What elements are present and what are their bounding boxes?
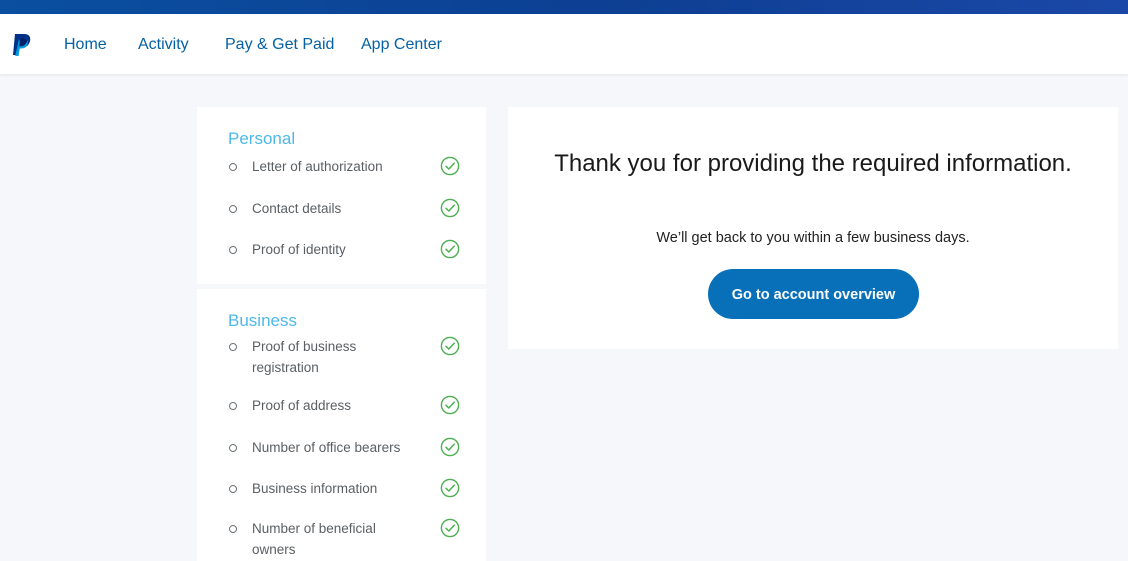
check-circle-icon [440,395,460,415]
step-bullet-icon [229,402,237,410]
step-label: Number of office bearers [252,440,401,455]
step-label: Business information [252,481,378,496]
check-circle-icon [440,518,460,538]
check-circle-icon [440,478,460,498]
step-bullet-icon [229,205,237,213]
check-circle-icon [440,239,460,259]
step-label: Proof of identity [252,242,346,257]
step-label: Contact details [252,201,342,216]
step-label: Letter of authorization [252,159,383,174]
top-navbar: Home Activity Pay & Get Paid App Center [0,14,1128,74]
nav-app-center-link[interactable]: App Center [361,36,442,54]
step-bullet-icon [229,163,237,171]
go-to-account-overview-button[interactable]: Go to account overview [708,269,919,319]
check-circle-icon [440,336,460,356]
step-label: Proof of business registration [252,339,357,375]
paypal-logo-icon[interactable] [11,33,33,57]
confirmation-card: Thank you for providing the required inf… [508,107,1118,349]
check-circle-icon [440,198,460,218]
nav-home-link[interactable]: Home [64,36,107,54]
check-circle-icon [440,437,460,457]
nav-activity-link[interactable]: Activity [138,36,189,54]
step-bullet-icon [229,444,237,452]
personal-steps-panel: Personal Letter of authorization Contact… [197,107,486,284]
top-brand-stripe [0,0,1128,14]
business-section-title: Business [228,311,297,330]
personal-section-title: Personal [228,129,296,148]
confirmation-heading: Thank you for providing the required inf… [554,150,1072,177]
step-bullet-icon [229,246,237,254]
step-bullet-icon [229,485,237,493]
step-bullet-icon [229,525,237,533]
step-label: Number of beneficial owners [252,521,376,557]
nav-pay-get-paid-link[interactable]: Pay & Get Paid [225,36,334,54]
confirmation-subtext: We’ll get back to you within a few busin… [656,230,970,246]
check-circle-icon [440,156,460,176]
step-bullet-icon [229,343,237,351]
business-steps-panel: Business Proof of business registration … [197,289,486,561]
step-label: Proof of address [252,398,352,413]
